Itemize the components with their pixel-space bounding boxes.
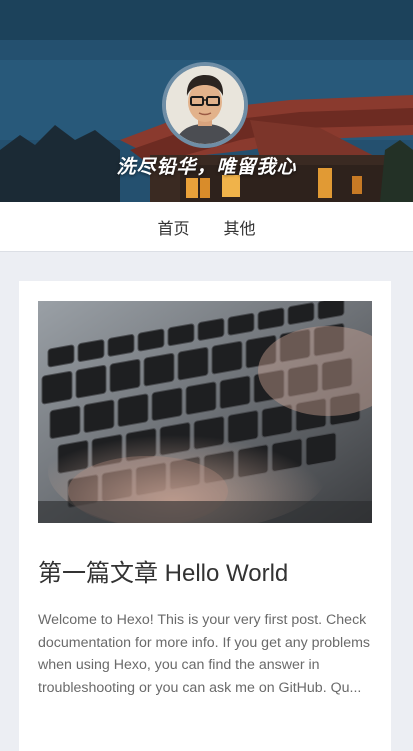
site-motto: 洗尽铅华，唯留我心 [116, 156, 297, 178]
avatar-image [166, 66, 244, 144]
nav-item-other[interactable]: 其他 [224, 215, 256, 239]
header-banner: 洗尽铅华，唯留我心 [0, 0, 413, 202]
avatar[interactable] [162, 62, 248, 148]
post-card: 第一篇文章 Hello World Welcome to Hexo! This … [19, 281, 391, 751]
post-cover-image[interactable] [38, 301, 372, 523]
post-title[interactable]: 第一篇文章 Hello World [38, 553, 288, 588]
main-nav: 首页 其他 [0, 202, 413, 252]
nav-item-home[interactable]: 首页 [157, 215, 189, 239]
keyboard-photo [38, 301, 372, 523]
post-excerpt: Welcome to Hexo! This is your very first… [38, 612, 371, 696]
